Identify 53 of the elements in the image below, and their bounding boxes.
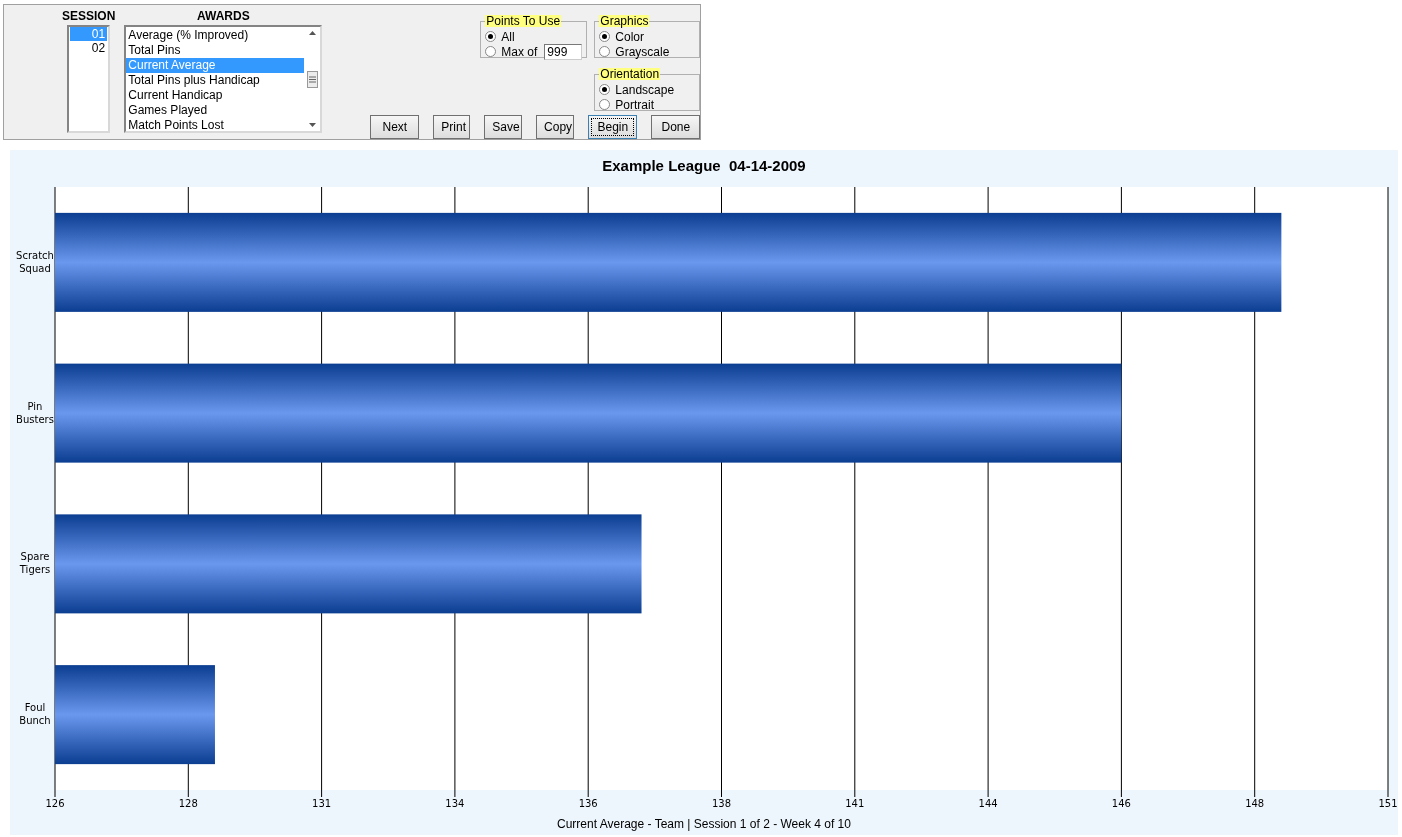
radio-label[interactable]: Color: [615, 29, 645, 44]
action-button[interactable]: Begin: [588, 115, 638, 139]
axis-tick-label: 138: [711, 798, 732, 809]
list-item[interactable]: Total Pins plus Handicap: [126, 73, 305, 88]
radio-label[interactable]: Grayscale: [615, 44, 670, 59]
radio-label[interactable]: Portrait: [615, 97, 655, 112]
radio-button[interactable]: [599, 31, 611, 42]
category-label: Pin Busters: [16, 400, 54, 425]
action-button[interactable]: Done: [651, 115, 701, 139]
radio-button[interactable]: [599, 84, 611, 95]
radio-button[interactable]: [599, 99, 611, 110]
list-item[interactable]: 02: [70, 41, 108, 55]
axis-tick-label: 126: [45, 798, 65, 809]
list-item[interactable]: Games Played: [126, 103, 305, 118]
axis-tick-label: 131: [312, 798, 332, 809]
radio-label[interactable]: All: [501, 29, 515, 44]
scroll-down-icon[interactable]: [308, 123, 316, 127]
list-item[interactable]: Average (% Improved): [126, 28, 305, 43]
category-label: Spare Tigers: [19, 551, 51, 576]
category-label: Foul Bunch: [19, 702, 51, 727]
axis-tick-label: 146: [1111, 798, 1131, 809]
axis-tick-label: 148: [1245, 798, 1265, 809]
list-header: AWARDS: [197, 9, 250, 25]
radio-button[interactable]: [599, 46, 611, 57]
radio-button[interactable]: [485, 46, 497, 57]
chart-footer: Current Average - Team | Session 1 of 2 - Week 4 of 10: [10, 817, 1398, 831]
action-button[interactable]: Print: [433, 115, 471, 139]
axis-tick-label: 151: [1378, 798, 1398, 809]
action-button[interactable]: Next: [370, 115, 420, 139]
list-item[interactable]: Total Pins: [126, 43, 305, 58]
awards-list[interactable]: Average (% Improved) Total Pins Current Average Total Pins plus Handicap Current Handicap Games Played Match Points Lost: [124, 25, 323, 133]
radio-label[interactable]: Landscape: [615, 82, 675, 97]
axis-tick-label: 128: [178, 798, 198, 809]
radio-label[interactable]: Max of: [501, 44, 538, 59]
list-item[interactable]: Current Handicap: [126, 88, 305, 103]
radio-button[interactable]: [485, 31, 497, 42]
axis-tick-label: 141: [845, 798, 865, 809]
group-title: Points To Use: [485, 15, 562, 27]
list-header: SESSION: [62, 9, 116, 25]
max-points-field[interactable]: 999: [544, 43, 583, 60]
axis-tick-label: 144: [978, 798, 998, 809]
scroll-up-icon[interactable]: [308, 31, 316, 35]
category-label: Scratch Squad: [16, 249, 54, 274]
axis-tick-label: 134: [445, 798, 465, 809]
action-button[interactable]: Save: [484, 115, 523, 139]
chart-title: Example League 04-14-2009: [601, 156, 807, 176]
list-item[interactable]: Match Points Lost: [126, 118, 305, 133]
group-title: Orientation: [599, 68, 661, 80]
scroll-thumb[interactable]: [306, 70, 318, 88]
action-button[interactable]: Copy: [536, 115, 575, 139]
group-title: Graphics: [599, 15, 650, 27]
axis-tick-label: 136: [578, 798, 598, 809]
session-list[interactable]: 01 02: [67, 25, 111, 133]
